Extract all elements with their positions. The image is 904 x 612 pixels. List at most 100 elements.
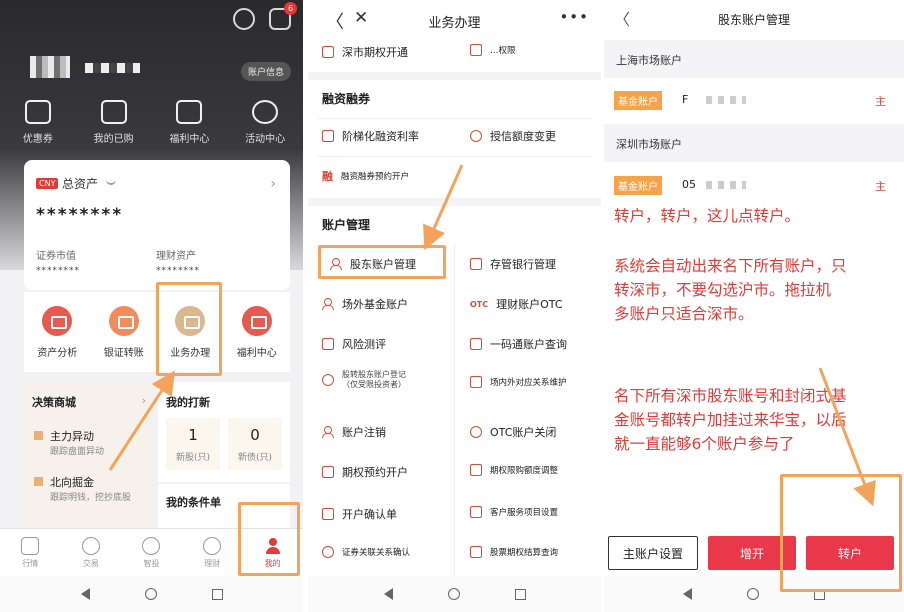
sh-fund-account-row[interactable]: 基金账户 F 主 <box>604 83 904 119</box>
quick-item-activity[interactable]: 活动中心 <box>235 100 295 145</box>
cell-options-settlement[interactable]: 股票期权结算查询 <box>470 546 558 558</box>
nav-back-icon[interactable] <box>383 588 393 600</box>
chevron-right-icon[interactable]: › <box>270 176 276 192</box>
cell-label: 存管银行管理 <box>490 258 556 271</box>
main-account-settings-button[interactable]: 主账户设置 <box>608 536 698 570</box>
total-assets-value: ******** <box>36 205 124 225</box>
notification-badge: 6 <box>284 2 297 15</box>
cell-open-confirmation[interactable]: 开户确认单 <box>322 506 397 522</box>
divider <box>318 118 591 119</box>
my-conditions-title: 我的条件单 <box>166 496 221 509</box>
tab-smart-invest[interactable]: 智投 <box>126 536 176 569</box>
func-bank-transfer[interactable]: 银证转账 <box>93 306 155 372</box>
quick-item-label: 福利中心 <box>169 134 210 145</box>
checklist-icon <box>322 338 334 350</box>
tab-wealth[interactable]: 理财 <box>187 536 237 569</box>
market-icon <box>21 536 40 555</box>
nav-home-icon[interactable] <box>747 588 759 600</box>
cell-options-preopen[interactable]: 期权预约开户 <box>322 464 408 480</box>
cell-sublabel: （仅受限投资者） <box>342 380 406 389</box>
fund-account-tag: 基金账户 <box>614 176 662 195</box>
user-name-blurred <box>85 63 140 73</box>
service-icon <box>470 506 482 518</box>
quick-item-coupon[interactable]: 优惠券 <box>8 100 68 145</box>
power-icon <box>470 426 482 438</box>
func-asset-analysis[interactable]: 资产分析 <box>26 306 88 372</box>
tab-label: 行情 <box>22 558 39 568</box>
cell-service-settings[interactable]: 客户服务项目设置 <box>470 506 558 518</box>
account-info-button[interactable]: 账户信息 <box>240 62 291 81</box>
cell-onoff-exchange-mapping[interactable]: 场内外对应关系维护 <box>470 376 567 388</box>
cell-risk-assessment[interactable]: 风险测评 <box>322 336 386 352</box>
my-ipo-title: 我的打新 <box>166 396 210 409</box>
account-section-title: 账户管理 <box>322 218 371 232</box>
cell-label: 股票期权结算查询 <box>490 548 559 558</box>
avatar[interactable] <box>30 56 70 78</box>
quick-item-purchased[interactable]: 我的已购 <box>84 100 144 145</box>
cell-account-cancel[interactable]: 账户注销 <box>322 424 386 440</box>
my-account-screen: 6 账户信息 优惠券 我的已购 福利中心 活动中心 CNY 总资产 › ****… <box>0 0 303 612</box>
cell-label: 风险测评 <box>342 338 386 351</box>
cell-wealth-otc[interactable]: OTC 理财账户OTC <box>470 296 563 312</box>
nav-back-icon[interactable] <box>80 588 90 600</box>
tab-label: 理财 <box>204 558 221 568</box>
new-bond-count[interactable]: 0 新债(只) <box>228 418 282 470</box>
options-icon <box>322 46 334 58</box>
decision-mall-card[interactable]: 决策商城 › 主力异动 跟踪盘面异动 北向掘金 跟踪明钱，挖抄底股 <box>24 382 154 532</box>
cell-margin-preopen[interactable]: 融 融资融券预约开户 <box>322 168 409 184</box>
tab-trade[interactable]: 交易 <box>66 536 116 569</box>
person-icon <box>322 426 334 438</box>
smart-icon <box>142 536 161 555</box>
sz-market-label: 深圳市场账户 <box>616 138 682 151</box>
yen-icon <box>81 536 100 555</box>
cell-label: 深市期权开通 <box>342 46 408 59</box>
nav-back-icon[interactable] <box>683 588 692 600</box>
margin-section: 融资融券 阶梯化融资利率 授信额度变更 融 融资融券预约开户 <box>308 80 601 198</box>
gift-icon <box>176 100 203 124</box>
cell-depository-bank[interactable]: 存管银行管理 <box>470 256 556 272</box>
android-nav-bar <box>308 576 601 612</box>
fund-account-tag: 基金账户 <box>614 91 662 110</box>
highlight-shareholder-account <box>318 245 446 279</box>
cell-label: OTC账户关闭 <box>490 426 557 439</box>
cell-label: 客户服务项目设置 <box>490 508 559 518</box>
total-assets-card[interactable]: CNY 总资产 › ******** 证券市值 ******** 理财资产 **… <box>24 160 290 290</box>
nav-home-icon[interactable] <box>447 588 460 600</box>
more-icon[interactable]: ••• <box>559 8 589 26</box>
person-icon <box>322 298 334 310</box>
eye-closed-icon[interactable] <box>106 180 116 185</box>
main-account-tag: 主 <box>875 180 886 193</box>
cell-related-party-confirm[interactable]: 证券关联关系确认 <box>322 546 410 558</box>
otc-icon: OTC <box>470 299 489 309</box>
my-ipo-card[interactable]: 我的打新 1 新股(只) 0 新债(只) <box>158 382 290 482</box>
cell-label: 账户注销 <box>342 426 386 439</box>
message-icon[interactable]: 6 <box>269 2 297 30</box>
cell-otc-fund-account[interactable]: 场外基金账户 <box>322 296 408 312</box>
currency-tag: CNY <box>36 178 59 189</box>
page-title: 业务办理 <box>428 16 481 31</box>
cell-sz-options[interactable]: 深市期权开通 <box>322 44 408 60</box>
tab-market[interactable]: 行情 <box>5 536 55 569</box>
nav-home-icon[interactable] <box>144 588 157 600</box>
decision-item-title: 北向掘金 <box>50 476 94 489</box>
quick-item-welfare[interactable]: 福利中心 <box>159 100 219 145</box>
new-stock-count[interactable]: 1 新股(只) <box>166 418 220 470</box>
cell-credit-change[interactable]: 授信额度变更 <box>470 128 556 144</box>
cell-permission[interactable]: …权限 <box>470 44 516 56</box>
nav-recent-icon[interactable] <box>514 588 526 600</box>
confirm-doc-icon <box>322 508 334 520</box>
headset-icon[interactable] <box>233 8 255 30</box>
options-doc-icon <box>322 466 334 478</box>
cell-unified-code-query[interactable]: 一码通账户查询 <box>470 336 567 352</box>
cell-options-quota[interactable]: 期权限购额度调整 <box>470 464 558 476</box>
cell-otc-close[interactable]: OTC账户关闭 <box>470 424 556 440</box>
chevron-right-icon[interactable]: › <box>142 394 146 407</box>
cell-share-transfer-registration[interactable]: 股转股东账户登记 （仅受限投资者） <box>322 370 406 390</box>
sz-fund-account-row[interactable]: 基金账户 05 主 <box>604 168 904 204</box>
cell-tiered-rate[interactable]: 阶梯化融资利率 <box>322 128 419 144</box>
permission-icon <box>470 44 482 56</box>
nav-recent-icon[interactable] <box>211 588 223 600</box>
new-stock-unit: 新股(只) <box>175 453 211 463</box>
func-welfare-center[interactable]: 福利中心 <box>226 306 288 372</box>
business-handling-screen: 〈 ✕ 业务办理 ••• 深市期权开通 …权限 融资融券 阶梯化融资利率 授信额… <box>308 0 601 612</box>
